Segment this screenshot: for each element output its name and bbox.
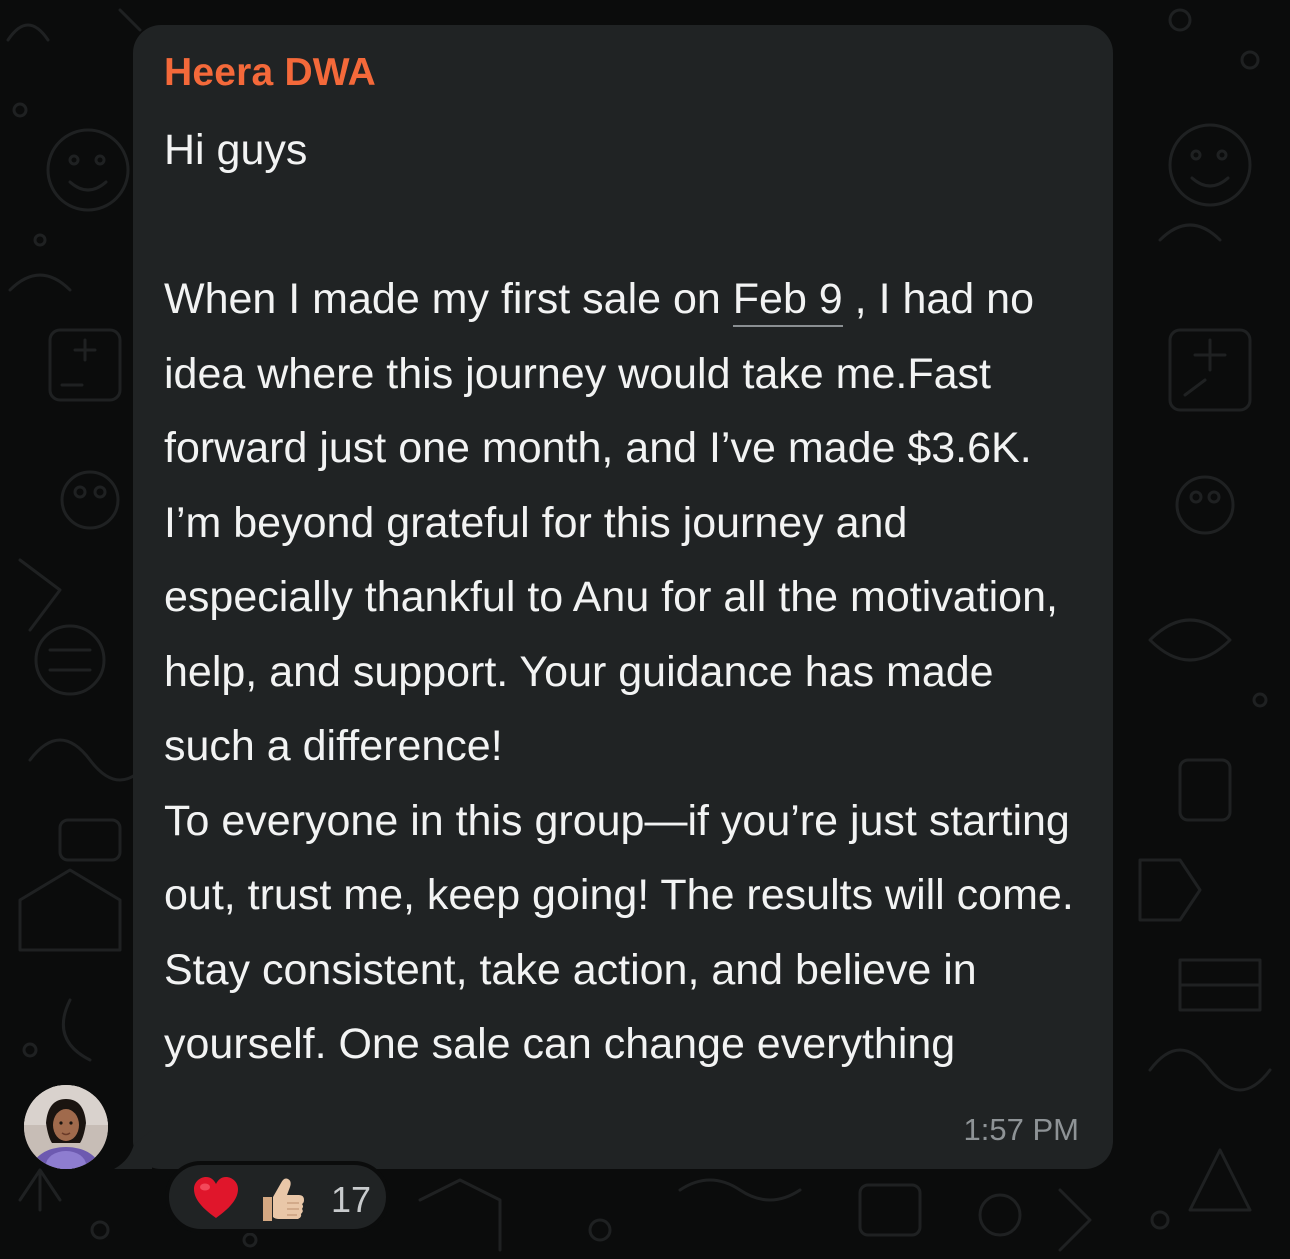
message-timestamp: 1:57 PM: [963, 1112, 1079, 1147]
bubble-tail: [114, 1130, 152, 1169]
message-text: Hi guys When I made my first sale on Feb…: [164, 113, 1094, 1082]
message-text-part-2: , I had no idea where this journey would…: [164, 275, 1074, 1068]
avatar-photo-icon: [24, 1085, 108, 1169]
sender-avatar[interactable]: [24, 1085, 108, 1169]
message-text-part-1: Hi guys When I made my first sale on: [164, 126, 721, 323]
reactions-bar[interactable]: 17: [165, 1161, 390, 1233]
sender-name[interactable]: Heera DWA: [164, 51, 376, 95]
date-link[interactable]: Feb 9: [732, 275, 843, 327]
heart-icon: [194, 1177, 238, 1218]
thumbs-up-icon: [263, 1178, 304, 1221]
reaction-count: 17: [331, 1179, 372, 1220]
message-bubble[interactable]: Heera DWA Hi guys When I made my first s…: [133, 25, 1113, 1169]
